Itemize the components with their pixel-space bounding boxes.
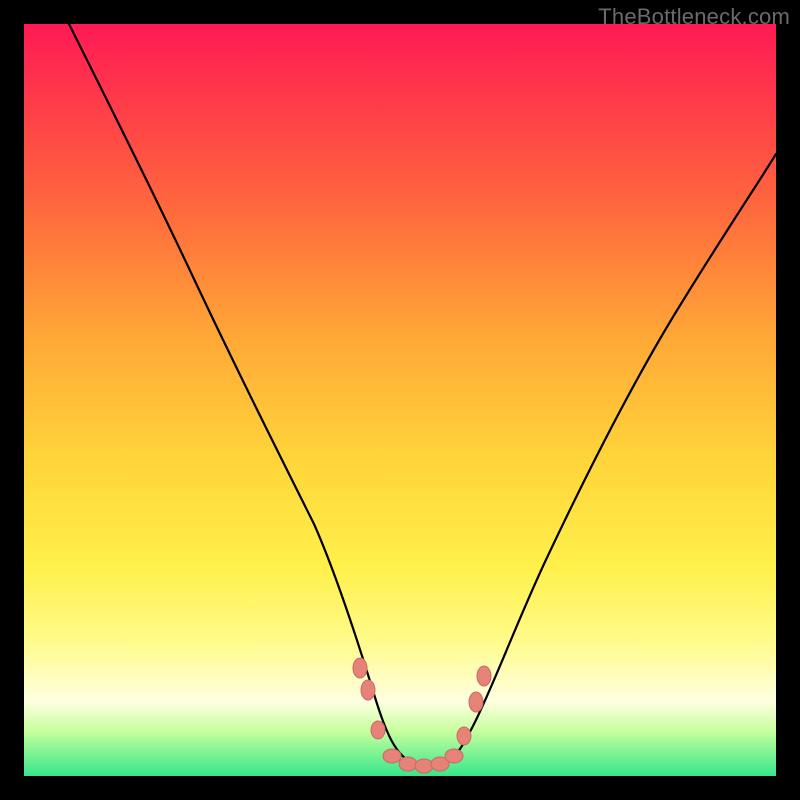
bottleneck-curve xyxy=(24,24,776,776)
chart-plot-area xyxy=(24,24,776,776)
watermark-text: TheBottleneck.com xyxy=(598,4,790,30)
curve-markers xyxy=(353,658,491,773)
curve-path xyxy=(69,24,776,767)
